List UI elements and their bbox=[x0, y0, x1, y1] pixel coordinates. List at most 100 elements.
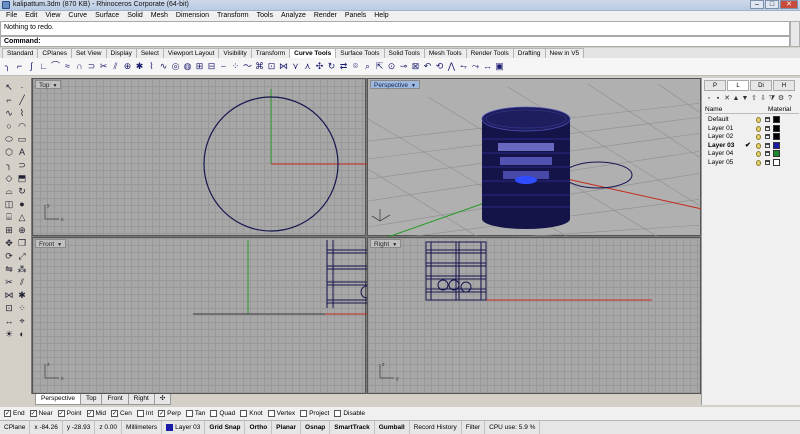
layer-visibility-bulb-icon[interactable] bbox=[756, 117, 761, 123]
menu-solid[interactable]: Solid bbox=[123, 11, 147, 21]
point-edit-icon[interactable]: ⁘ bbox=[230, 61, 241, 72]
hide-icon[interactable]: ◐ bbox=[16, 329, 28, 340]
match-curve-icon[interactable]: ≈ bbox=[62, 61, 73, 72]
tab-display[interactable]: Display bbox=[105, 48, 137, 58]
simplify-icon[interactable]: ◍ bbox=[182, 61, 193, 72]
tab-select[interactable]: Select bbox=[135, 48, 164, 58]
osnap-checkbox[interactable] bbox=[240, 410, 248, 417]
osnap-checkbox[interactable] bbox=[185, 410, 193, 417]
rectangle-icon[interactable]: ▭ bbox=[16, 134, 28, 145]
revolve-icon[interactable]: ↻ bbox=[16, 186, 28, 197]
menu-edit[interactable]: Edit bbox=[21, 11, 41, 21]
analyze-icon[interactable]: ⌖ bbox=[16, 316, 28, 327]
tab-curve-tools[interactable]: Curve Tools bbox=[289, 48, 337, 58]
rebuild-curve-icon[interactable]: ⌇ bbox=[146, 61, 157, 72]
cage-edit-icon[interactable]: ⊠ bbox=[410, 61, 421, 72]
connect-curves-icon[interactable]: ∟ bbox=[38, 61, 49, 72]
flow-icon[interactable]: ⥊ bbox=[458, 61, 469, 72]
help-tab-icon[interactable]: H bbox=[773, 80, 795, 91]
osnap-checkbox[interactable] bbox=[136, 410, 144, 417]
new-layer-icon[interactable]: ▫ bbox=[705, 94, 713, 103]
layer-row[interactable]: Layer 04 bbox=[705, 150, 799, 158]
gumball-pane[interactable]: Gumball bbox=[375, 421, 410, 434]
grid-snap-pane[interactable]: Grid Snap bbox=[205, 421, 246, 434]
add-viewport-tab-icon[interactable]: ✣ bbox=[153, 394, 172, 405]
menu-surface[interactable]: Surface bbox=[91, 11, 123, 21]
name-column-header[interactable]: Name bbox=[705, 106, 722, 113]
layer-down-icon[interactable]: ⇩ bbox=[759, 94, 767, 103]
viewport-perspective-title[interactable]: Perspective ▼ bbox=[370, 80, 420, 89]
close-curve-icon[interactable]: ⌾ bbox=[350, 61, 361, 72]
move-down-icon[interactable]: ▼ bbox=[741, 94, 749, 103]
layer-color-swatch[interactable] bbox=[773, 158, 780, 166]
osnap-checkbox[interactable]: ✓ bbox=[57, 410, 65, 417]
osnap-checkbox[interactable]: ✓ bbox=[29, 410, 37, 417]
osnap-checkbox[interactable]: ✓ bbox=[158, 410, 166, 417]
remove-knot-icon[interactable]: ⋏ bbox=[302, 61, 313, 72]
osnap-mid[interactable]: ✓ Mid bbox=[86, 410, 106, 417]
rotate-icon[interactable]: ⟳ bbox=[3, 251, 15, 262]
menu-dimension[interactable]: Dimension bbox=[172, 11, 213, 21]
layer-lock-icon[interactable] bbox=[765, 159, 770, 165]
loft-icon[interactable]: ⌓ bbox=[3, 186, 15, 197]
tab-standard[interactable]: Standard bbox=[2, 48, 39, 58]
tab-set-view[interactable]: Set View bbox=[70, 48, 107, 58]
join-icon[interactable]: ⊕ bbox=[122, 61, 133, 72]
layer-row[interactable]: Layer 01 bbox=[705, 124, 799, 133]
tab-cplanes[interactable]: CPlanes bbox=[37, 48, 72, 58]
layer-visibility-bulb-icon[interactable] bbox=[756, 159, 761, 166]
sphere-icon[interactable]: ● bbox=[16, 199, 28, 210]
menu-curve[interactable]: Curve bbox=[64, 11, 91, 21]
front-cylinder-section[interactable] bbox=[326, 240, 367, 308]
layer-row[interactable]: Layer 03 ✔ bbox=[705, 141, 799, 150]
insert-kink-icon[interactable]: ⋎ bbox=[290, 61, 301, 72]
arc-icon[interactable]: ◠ bbox=[16, 121, 28, 132]
fit-curve-icon[interactable]: ∿ bbox=[158, 61, 169, 72]
cone-icon[interactable]: △ bbox=[16, 212, 28, 223]
right-cylinder-section[interactable] bbox=[425, 241, 487, 301]
cylinder-object[interactable] bbox=[481, 106, 571, 229]
copy-icon[interactable]: ❐ bbox=[16, 238, 28, 249]
layer-lock-icon[interactable] bbox=[765, 142, 770, 148]
filter-pane[interactable]: Filter bbox=[462, 421, 486, 434]
layer-color-swatch[interactable] bbox=[773, 150, 780, 157]
soft-edit-icon[interactable]: ⤳ bbox=[470, 61, 481, 72]
layer-up-icon[interactable]: ⇧ bbox=[750, 94, 758, 103]
osnap-project[interactable]: Project bbox=[300, 410, 329, 417]
close-button[interactable]: ✕ bbox=[780, 0, 798, 9]
layer-color-swatch[interactable] bbox=[773, 133, 780, 140]
viewport-tab-top[interactable]: Top bbox=[79, 394, 103, 405]
trim-icon[interactable]: ✂ bbox=[98, 61, 109, 72]
minimize-button[interactable]: – bbox=[750, 0, 764, 9]
viewport-top[interactable]: Top ▼ y x bbox=[32, 78, 367, 236]
command-scrollbar[interactable] bbox=[790, 21, 800, 47]
osnap-checkbox[interactable]: ✓ bbox=[4, 410, 11, 417]
group-icon[interactable]: ⊡ bbox=[3, 303, 15, 314]
bend-icon[interactable]: ↶ bbox=[422, 61, 433, 72]
layer-lock-icon[interactable] bbox=[765, 125, 770, 131]
menu-mesh[interactable]: Mesh bbox=[147, 11, 172, 21]
extrude-icon[interactable]: ⬒ bbox=[16, 173, 28, 184]
explode-tool-icon[interactable]: ✱ bbox=[16, 290, 28, 301]
polyline-icon[interactable]: ⌐ bbox=[3, 95, 15, 106]
adjustable-blend-icon[interactable]: ⌒ bbox=[50, 61, 61, 72]
split-tool-icon[interactable]: ⫽ bbox=[16, 277, 28, 288]
change-degree-icon[interactable]: ◎ bbox=[170, 61, 181, 72]
cylinder-tool-icon[interactable]: ⌸ bbox=[3, 212, 15, 223]
layer-visibility-bulb-icon[interactable] bbox=[756, 125, 761, 132]
array-icon[interactable]: ⁂ bbox=[16, 264, 28, 275]
layer-row[interactable]: Layer 05 bbox=[705, 158, 799, 167]
points-on-icon[interactable]: ⁘ bbox=[16, 303, 28, 314]
layers-tab-icon[interactable]: L bbox=[727, 80, 749, 91]
maximize-button[interactable]: □ bbox=[765, 0, 779, 9]
sub-curve-icon[interactable]: ⌕ bbox=[362, 61, 373, 72]
blend-curves-icon[interactable]: ∫ bbox=[26, 61, 37, 72]
material-column-header[interactable]: Material bbox=[768, 105, 791, 114]
command-prompt[interactable]: Command: bbox=[0, 36, 790, 47]
refit-icon[interactable]: ⊟ bbox=[206, 61, 217, 72]
layer-visibility-bulb-icon[interactable] bbox=[756, 151, 761, 157]
chamfer-curves-icon[interactable]: ⌐ bbox=[14, 61, 25, 72]
tab-visibility[interactable]: Visibility bbox=[218, 48, 252, 58]
osnap-tan[interactable]: Tan bbox=[185, 410, 205, 417]
direction-icon[interactable]: ↻ bbox=[326, 61, 337, 72]
